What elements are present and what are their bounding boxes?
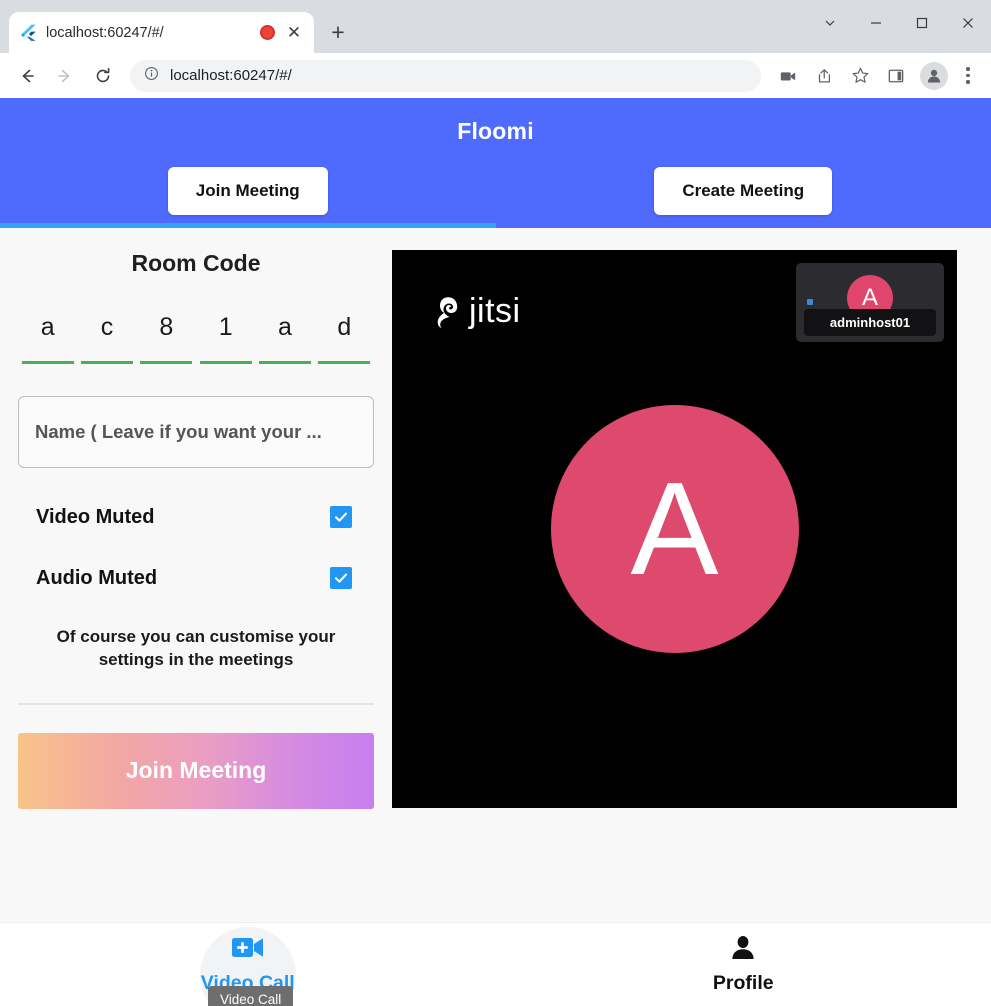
code-char: a [40, 313, 55, 341]
code-cell[interactable]: a [255, 315, 314, 364]
page-title: Floomi [457, 118, 534, 144]
browser-toolbar: localhost:60247/#/ [0, 53, 991, 98]
name-input-placeholder: Name ( Leave if you want your ... [35, 420, 322, 442]
main-content: Room Code a c 8 1 a d Name (Leave if yo… [0, 228, 991, 908]
code-char: d [337, 313, 352, 341]
join-meeting-panel: Room Code a c 8 1 a d Name (Leave if yo… [0, 228, 392, 908]
kebab-menu-icon[interactable] [955, 59, 981, 93]
audio-muted-label: Audio Muted [36, 566, 158, 589]
join-meeting-button-label: Join Meeting [125, 757, 267, 784]
thumbnail-name-bar: adminhost01 [804, 309, 936, 336]
info-icon[interactable] [144, 66, 159, 86]
code-underline [199, 361, 252, 364]
new-tab-button[interactable]: + [323, 17, 353, 47]
reload-icon[interactable] [86, 59, 120, 93]
code-char: a [278, 313, 292, 341]
settings-note: Of course you can customise your setting… [56, 626, 336, 669]
tab-title: localhost:60247/#/ [46, 24, 164, 41]
code-underline [318, 361, 371, 364]
nav-item-profile[interactable]: Profile [496, 935, 991, 995]
participant-name: adminhost01 [829, 315, 911, 330]
flutter-icon [19, 24, 37, 42]
back-arrow-icon[interactable] [10, 59, 44, 93]
share-icon[interactable] [807, 59, 841, 93]
divider [18, 703, 374, 705]
browser-window: localhost:60247/#/ ✕ + localhost:60247/#… [0, 0, 991, 1006]
tab-create-meeting[interactable]: Create Meeting [654, 167, 833, 215]
video-camera-icon[interactable] [771, 59, 805, 93]
code-cell[interactable]: 8 [137, 315, 196, 364]
side-panel-icon[interactable] [879, 59, 913, 93]
code-cell[interactable]: d [315, 315, 374, 364]
code-char: 8 [159, 313, 174, 341]
chevron-down-icon[interactable] [807, 0, 853, 45]
bottom-navigation: Video Call Profile [0, 922, 991, 1006]
browser-tab[interactable]: localhost:60247/#/ ✕ [9, 12, 314, 53]
code-underline [140, 361, 193, 364]
url-text: localhost:60247/#/ [170, 67, 292, 84]
video-muted-row[interactable]: Video Muted [18, 506, 374, 529]
code-char: c [100, 313, 114, 341]
connection-dot-icon [807, 299, 813, 305]
close-icon[interactable]: ✕ [284, 23, 304, 43]
code-char: 1 [218, 313, 233, 341]
maximize-icon[interactable] [899, 0, 945, 45]
bookmark-star-icon[interactable] [843, 59, 877, 93]
room-code-title: Room Code [131, 250, 261, 276]
name-input[interactable]: Name ( Leave if you want your ... [18, 395, 374, 468]
nav-label-profile: Profile [712, 971, 774, 994]
toolbar-icons [771, 59, 981, 93]
jitsi-brand-text: jitsi [469, 292, 521, 330]
audio-muted-row[interactable]: Audio Muted [18, 567, 374, 590]
tab-strip: localhost:60247/#/ ✕ + [0, 0, 991, 53]
forward-arrow-icon[interactable] [48, 59, 82, 93]
app-header: Floomi Join Meeting Create Meeting [0, 98, 991, 228]
video-preview-panel: jitsi A adminhost01 A [392, 228, 991, 908]
tooltip: Video Call [208, 986, 294, 1006]
main-avatar: A [550, 405, 799, 653]
tab-cell-join: Join Meeting [0, 167, 496, 215]
join-meeting-button[interactable]: Join Meeting [18, 732, 374, 809]
record-icon[interactable] [260, 25, 275, 40]
page-viewport: Floomi Join Meeting Create Meeting Room … [0, 98, 991, 1006]
audio-muted-checkbox[interactable] [330, 567, 352, 590]
video-muted-label: Video Muted [36, 505, 155, 528]
main-avatar-initial: A [630, 455, 719, 602]
address-bar[interactable]: localhost:60247/#/ [130, 59, 761, 92]
window-controls [807, 0, 991, 45]
code-cell[interactable]: a [18, 315, 77, 364]
participant-thumbnail[interactable]: A adminhost01 [796, 263, 944, 342]
video-muted-checkbox[interactable] [330, 506, 352, 529]
person-icon [729, 935, 757, 966]
code-underline [258, 361, 311, 364]
jitsi-logo-icon: jitsi [432, 292, 521, 331]
profile-avatar-icon[interactable] [920, 61, 948, 90]
thumbnail-avatar-initial: A [861, 284, 878, 311]
room-code-input[interactable]: a c 8 1 a d [18, 315, 374, 364]
code-cell[interactable]: c [77, 315, 136, 364]
code-underline [21, 361, 74, 364]
jitsi-video-frame[interactable]: jitsi A adminhost01 A [392, 250, 957, 808]
video-call-add-icon [231, 935, 265, 966]
code-cell[interactable]: 1 [196, 315, 255, 364]
close-icon[interactable] [945, 0, 991, 45]
tab-join-meeting[interactable]: Join Meeting [167, 167, 328, 215]
minimize-icon[interactable] [853, 0, 899, 45]
app-tabs: Join Meeting Create Meeting [0, 167, 991, 215]
active-tab-indicator [0, 223, 496, 228]
tab-cell-create: Create Meeting [496, 167, 991, 215]
code-underline [80, 361, 133, 364]
